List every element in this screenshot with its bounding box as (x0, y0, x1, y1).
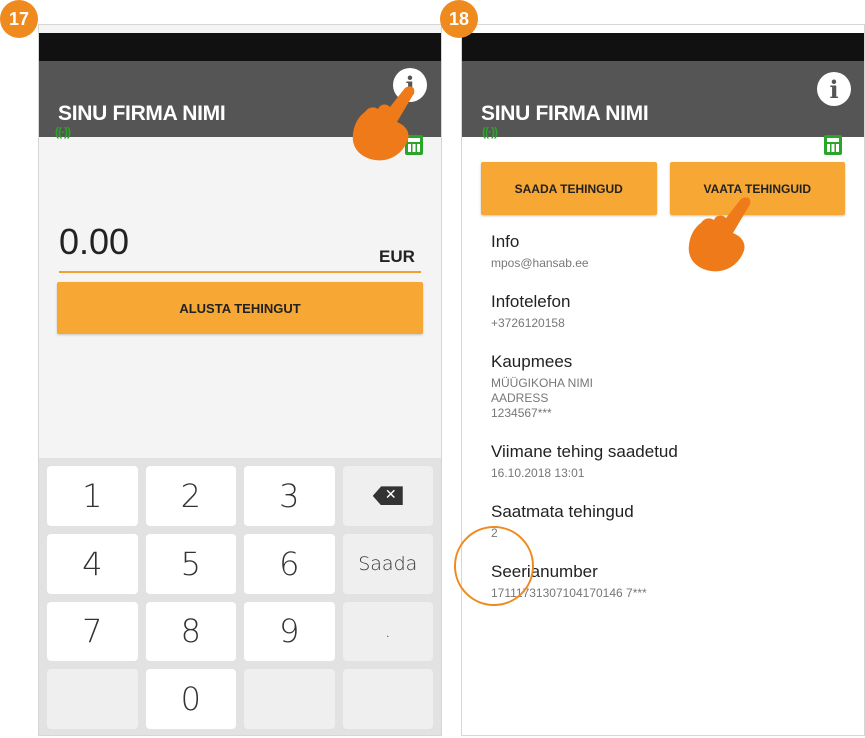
info-item-phone: Infotelefon +3726120158 (491, 292, 854, 331)
app-bar: SINU FIRMA NIMI (462, 61, 864, 137)
calculator-icon[interactable] (824, 135, 842, 155)
send-transactions-button[interactable]: SAADA TEHINGUD (481, 162, 657, 215)
currency-label: EUR (379, 247, 415, 266)
info-value: +3726120158 (491, 316, 565, 330)
info-label: Infotelefon (491, 292, 571, 311)
info-value: 2 (491, 526, 498, 540)
key-0[interactable]: 0 (145, 669, 236, 729)
info-item-email: Info mpos@hansab.ee (491, 232, 854, 271)
key-1[interactable]: 1 (47, 466, 138, 526)
signal-icon: ((·)) (482, 125, 498, 139)
hand-pointer-icon (352, 86, 415, 161)
info-label: Seerianumber (491, 562, 598, 581)
app-title: SINU FIRMA NIMI (58, 102, 226, 125)
key-8[interactable]: 8 (145, 601, 236, 662)
blank-key-left (47, 669, 138, 729)
hand-pointer-icon (688, 197, 751, 272)
info-list: Info mpos@hansab.ee Infotelefon +3726120… (491, 232, 854, 622)
info-label: Kaupmees (491, 352, 573, 371)
amount-underline (59, 271, 421, 273)
key-7[interactable]: 7 (47, 601, 138, 662)
blank-key-right (342, 669, 433, 729)
highlight-ring (454, 526, 534, 606)
send-key[interactable]: Saada (342, 533, 433, 594)
key-9[interactable]: 9 (244, 601, 335, 662)
amount-display[interactable]: 0.00 (59, 221, 129, 263)
app-title: SINU FIRMA NIMI (481, 102, 649, 125)
info-label: Saatmata tehingud (491, 502, 634, 521)
step-badge-17: 17 (0, 0, 38, 38)
status-bar (39, 33, 441, 61)
key-3[interactable]: 3 (244, 466, 335, 526)
signal-icon: ((·)) (55, 125, 71, 139)
info-item-unsent: Saatmata tehingud 2 (491, 502, 854, 541)
status-bar (462, 33, 864, 61)
info-value: mpos@hansab.ee (491, 256, 589, 270)
info-item-merchant: Kaupmees MÜÜGIKOHA NIMI AADRESS 1234567*… (491, 352, 854, 421)
start-transaction-button[interactable]: ALUSTA TEHINGUT (57, 282, 423, 334)
blank-key-middle (244, 669, 335, 729)
backspace-key[interactable]: ✕ (342, 466, 433, 526)
action-buttons: SAADA TEHINGUD VAATA TEHINGUID (481, 162, 845, 215)
info-screen: SINU FIRMA NIMI i ((·)) SAADA TEHINGUD V… (461, 24, 865, 736)
key-4[interactable]: 4 (47, 533, 138, 594)
info-icon[interactable]: i (817, 72, 851, 106)
info-value: MÜÜGIKOHA NIMI AADRESS 1234567*** (491, 376, 594, 420)
info-value: 16.10.2018 13:01 (491, 466, 585, 480)
info-label: Info (491, 232, 520, 251)
info-value: 17111731307104170146 7*** (491, 586, 647, 600)
decimal-key[interactable]: . (342, 601, 433, 662)
numeric-keypad: 1 2 3 ✕ 4 5 6 Saada 7 8 9 . 0 (39, 458, 441, 735)
key-5[interactable]: 5 (145, 533, 236, 594)
info-item-last-sent: Viimane tehing saadetud 16.10.2018 13:01 (491, 442, 854, 481)
info-item-serial: Seerianumber 17111731307104170146 7*** (491, 562, 854, 601)
info-label: Viimane tehing saadetud (491, 442, 678, 461)
step-badge-18: 18 (440, 0, 478, 38)
backspace-icon: ✕ (372, 486, 403, 506)
key-2[interactable]: 2 (145, 466, 236, 526)
key-6[interactable]: 6 (244, 533, 335, 594)
